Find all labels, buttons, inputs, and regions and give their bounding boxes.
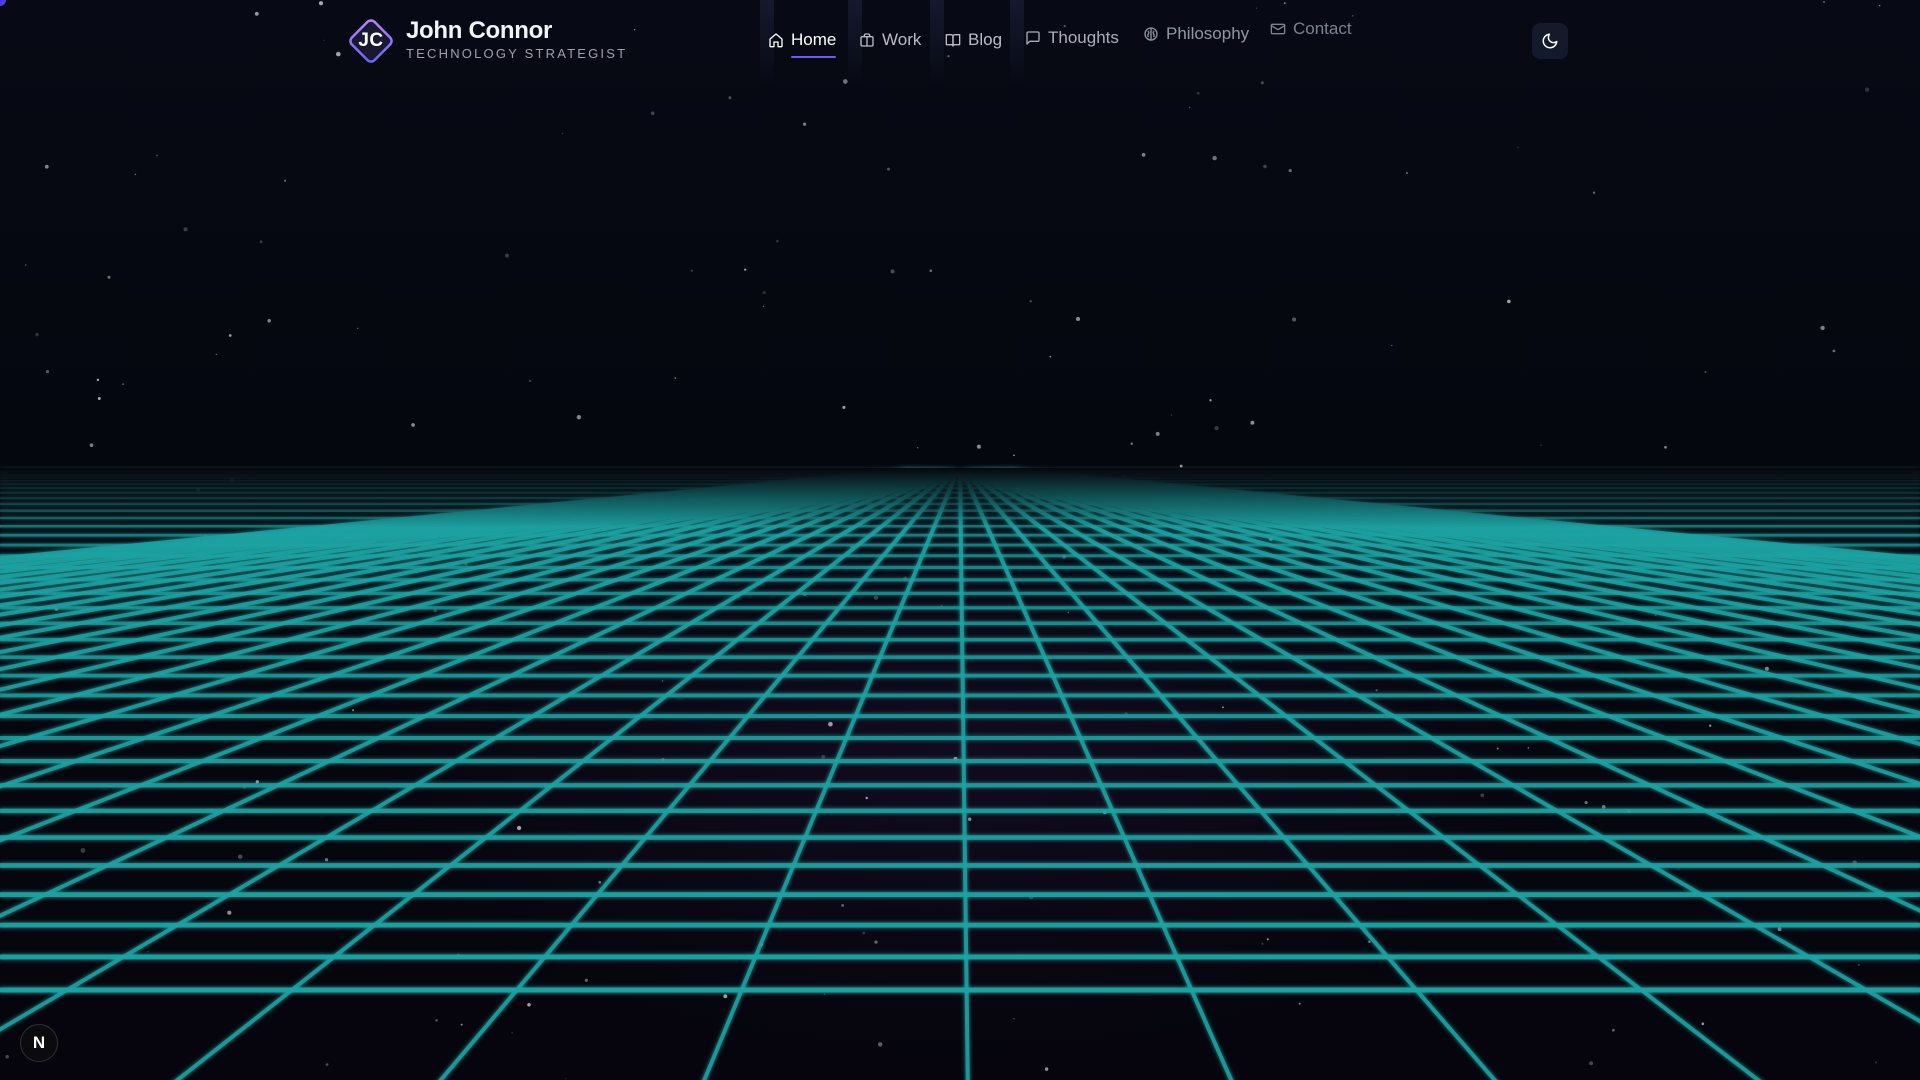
perspective-grid (0, 468, 1920, 1080)
brain-icon (1144, 27, 1158, 41)
nav-item-thoughts[interactable]: Thoughts (1025, 28, 1119, 48)
nav-label-philosophy: Philosophy (1166, 24, 1250, 43)
hero-background (0, 0, 1920, 1080)
dev-tools-badge[interactable]: N (20, 1024, 58, 1062)
book-icon (945, 34, 961, 47)
mail-icon (1270, 23, 1286, 35)
nav-label-blog: Blog (968, 30, 1003, 49)
theme-toggle-button[interactable] (1532, 23, 1568, 59)
nav-item-home[interactable]: Home (768, 30, 837, 58)
monogram-logo: JC (344, 14, 398, 68)
brand-name: John Connor (406, 17, 553, 44)
message-square-icon (1026, 31, 1040, 45)
nav-label-thoughts: Thoughts (1048, 28, 1119, 47)
nav-label-home: Home (791, 30, 837, 49)
site-header: JC John Connor TECHNOLOGY STRATEGIST Hom… (0, 0, 1920, 86)
horizon-fade (0, 468, 1920, 528)
nav-item-philosophy[interactable]: Philosophy (1143, 24, 1249, 44)
home-icon (769, 33, 783, 48)
logo-monogram: JC (358, 30, 384, 51)
briefcase-icon (860, 33, 874, 47)
nav-item-contact[interactable]: Contact (1270, 19, 1352, 39)
nav-label-contact: Contact (1293, 19, 1352, 38)
nav-glow-decoration (1010, 0, 1024, 86)
nav-item-work[interactable]: Work (859, 30, 921, 50)
nav-item-blog[interactable]: Blog (945, 30, 1002, 50)
brand-subtitle: TECHNOLOGY STRATEGIST (406, 46, 628, 61)
brand-logo-link[interactable]: JC John Connor TECHNOLOGY STRATEGIST (344, 14, 627, 68)
active-underline (791, 56, 837, 58)
moon-icon (1542, 33, 1558, 49)
nav-glow-decoration (930, 0, 944, 86)
nav-label-work: Work (882, 30, 922, 49)
